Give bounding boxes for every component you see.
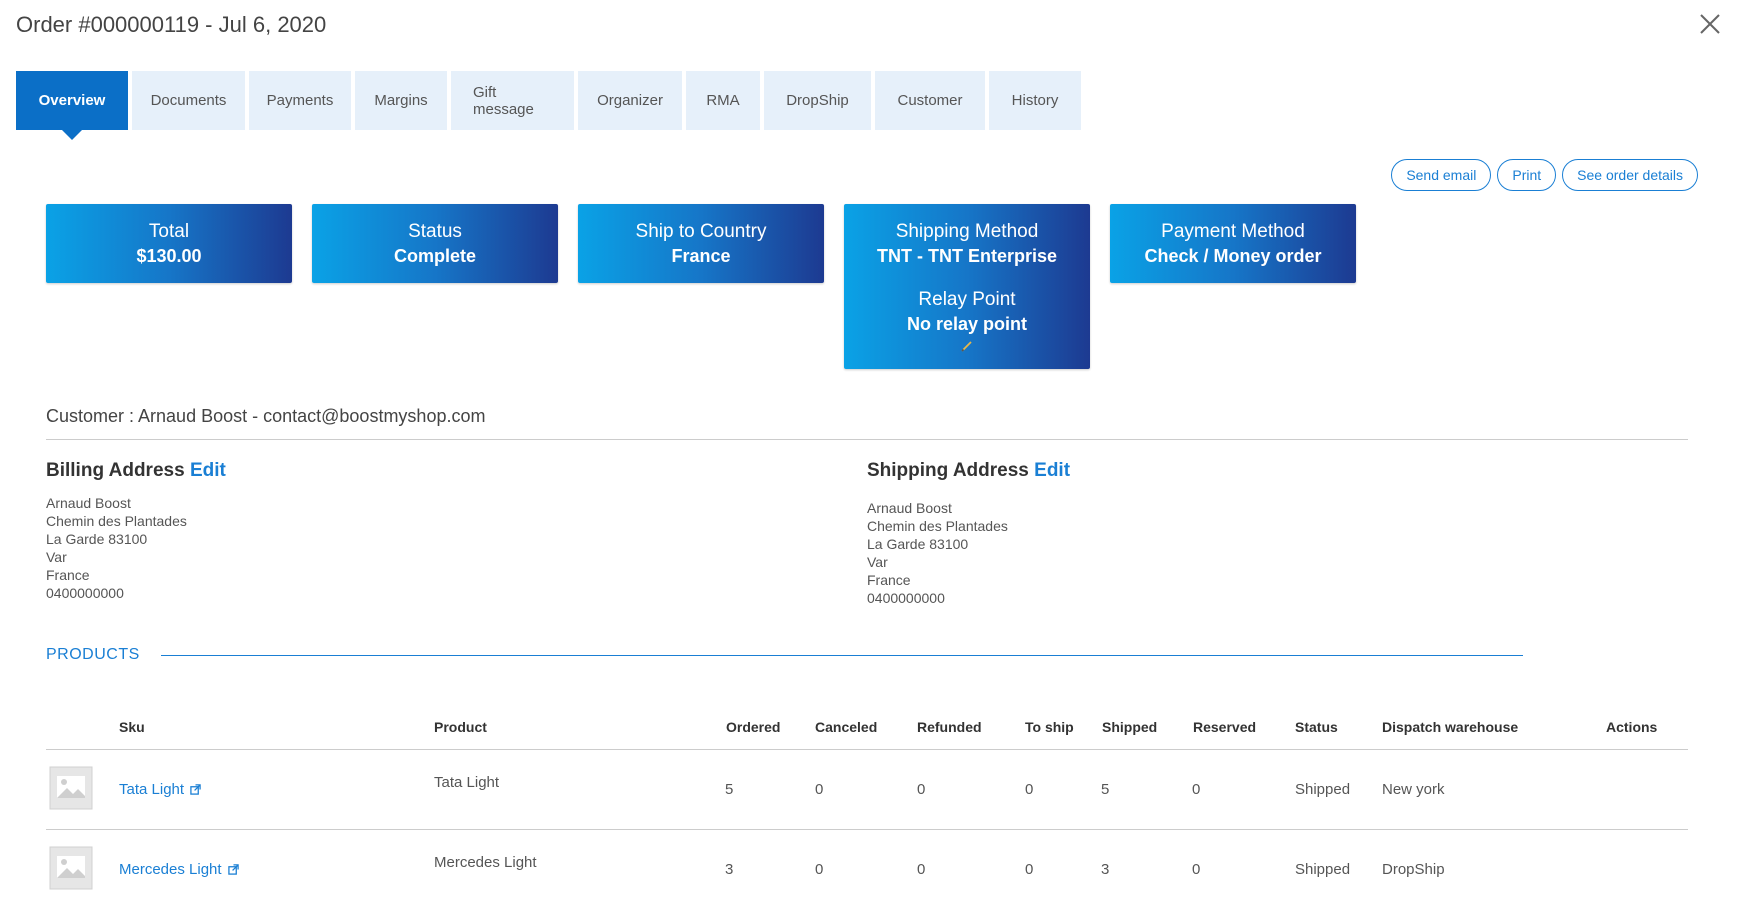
tab-margins[interactable]: Margins [355, 71, 447, 130]
shipping-line: La Garde 83100 [867, 536, 969, 552]
shipping-line: 0400000000 [867, 590, 945, 606]
table-row-canceled: 0 [815, 781, 824, 798]
col-actions: Actions [1606, 719, 1658, 735]
sku-link[interactable]: Mercedes Light [119, 861, 222, 878]
table-row-status: Shipped [1295, 781, 1351, 798]
tab-gift-message[interactable]: Gift message [451, 71, 574, 130]
table-row-refunded: 0 [917, 781, 926, 798]
close-button[interactable] [1696, 10, 1724, 38]
col-reserved: Reserved [1193, 719, 1257, 735]
payment-method-label: Payment Method [1161, 221, 1305, 242]
product-image-placeholder-icon [49, 846, 93, 890]
col-shipped: Shipped [1102, 719, 1158, 735]
table-row-reserved: 0 [1192, 781, 1201, 798]
product-image-placeholder-icon [49, 766, 93, 810]
status-card: Status Complete [312, 204, 558, 283]
col-ordered: Ordered [726, 719, 781, 735]
customer-info: Customer : Arnaud Boost - contact@boostm… [46, 406, 486, 426]
shipping-address-heading: Shipping Address Edit [867, 460, 1070, 482]
billing-line: France [46, 567, 90, 583]
table-row-reserved: 0 [1192, 861, 1201, 878]
shipping-line: Arnaud Boost [867, 500, 952, 516]
col-canceled: Canceled [815, 719, 878, 735]
status-label: Status [408, 221, 462, 242]
billing-address-heading: Billing Address Edit [46, 460, 226, 482]
tab-bar: Overview Documents Payments Margins Gift… [16, 71, 1081, 140]
col-refunded: Refunded [917, 719, 982, 735]
close-icon [1700, 14, 1720, 34]
col-status: Status [1295, 719, 1338, 735]
table-row-refunded: 0 [917, 861, 926, 878]
total-card: Total $130.00 [46, 204, 292, 283]
payment-method-value: Check / Money order [1144, 246, 1322, 266]
col-to-ship: To ship [1025, 719, 1074, 735]
tab-rma[interactable]: RMA [686, 71, 760, 130]
send-email-button[interactable]: Send email [1391, 159, 1492, 191]
total-label: Total [148, 221, 190, 242]
tab-organizer[interactable]: Organizer [578, 71, 682, 130]
table-row-to-ship: 0 [1025, 861, 1034, 878]
table-row-sku[interactable]: Mercedes Light [119, 861, 239, 878]
tab-documents[interactable]: Documents [132, 71, 245, 130]
shipping-address-lines: Arnaud Boost Chemin des Plantades La Gar… [867, 499, 1008, 607]
page-title: Order #000000119 - Jul 6, 2020 [16, 12, 327, 37]
external-link-icon [228, 864, 239, 875]
table-row-shipped: 5 [1101, 781, 1110, 798]
edit-relay-pencil-icon[interactable] [959, 338, 975, 354]
table-row-canceled: 0 [815, 861, 824, 878]
table-row-sku[interactable]: Tata Light [119, 781, 201, 798]
table-row-ordered: 3 [725, 861, 734, 878]
table-row-product: Tata Light [434, 774, 500, 791]
table-row-shipped: 3 [1101, 861, 1110, 878]
order-actions: Send email Print See order details [1391, 159, 1698, 191]
col-sku: Sku [119, 719, 145, 735]
shipping-edit-link[interactable]: Edit [1034, 460, 1070, 481]
divider [46, 439, 1688, 440]
ship-to-country-card: Ship to Country France [578, 204, 824, 283]
tab-dropship[interactable]: DropShip [764, 71, 871, 130]
tab-history[interactable]: History [989, 71, 1081, 130]
billing-address-lines: Arnaud Boost Chemin des Plantades La Gar… [46, 494, 187, 602]
shipping-method-value: TNT - TNT Enterprise [876, 246, 1057, 266]
table-row-status: Shipped [1295, 861, 1351, 878]
products-section-title: PRODUCTS [46, 646, 140, 663]
sku-link[interactable]: Tata Light [119, 781, 184, 798]
payment-method-card: Payment Method Check / Money order [1110, 204, 1356, 283]
products-divider [161, 655, 1523, 656]
external-link-icon [190, 784, 201, 795]
shipping-line: France [867, 572, 911, 588]
table-row-product: Mercedes Light [434, 854, 537, 871]
billing-line: 0400000000 [46, 585, 124, 601]
shipping-address-title: Shipping Address [867, 460, 1029, 481]
see-order-details-button[interactable]: See order details [1562, 159, 1698, 191]
ship-to-country-label: Ship to Country [635, 221, 767, 242]
table-row-to-ship: 0 [1025, 781, 1034, 798]
table-row-warehouse: New york [1382, 781, 1445, 798]
tab-payments[interactable]: Payments [249, 71, 351, 130]
total-value: $130.00 [136, 246, 202, 266]
tab-overview[interactable]: Overview [16, 71, 128, 140]
table-row-divider [46, 829, 1688, 830]
status-value: Complete [393, 246, 476, 266]
col-product: Product [434, 719, 487, 735]
billing-line: La Garde 83100 [46, 531, 148, 547]
col-dispatch-warehouse: Dispatch warehouse [1382, 719, 1519, 735]
shipping-method-label: Shipping Method [895, 221, 1039, 242]
billing-line: Var [46, 549, 67, 565]
ship-to-country-value: France [671, 246, 731, 266]
billing-edit-link[interactable]: Edit [190, 460, 226, 481]
relay-point-label: Relay Point [918, 289, 1016, 310]
billing-line: Arnaud Boost [46, 495, 131, 511]
shipping-line: Chemin des Plantades [867, 518, 1008, 534]
billing-line: Chemin des Plantades [46, 513, 187, 529]
shipping-method-card: Shipping Method TNT - TNT Enterprise Rel… [844, 204, 1090, 369]
table-row-ordered: 5 [725, 781, 734, 798]
table-row-warehouse: DropShip [1382, 861, 1445, 878]
tab-customer[interactable]: Customer [875, 71, 985, 130]
billing-address-title: Billing Address [46, 460, 185, 481]
print-button[interactable]: Print [1497, 159, 1557, 191]
table-header-divider [46, 749, 1688, 750]
shipping-line: Var [867, 554, 888, 570]
relay-point-value: No relay point [906, 314, 1027, 334]
